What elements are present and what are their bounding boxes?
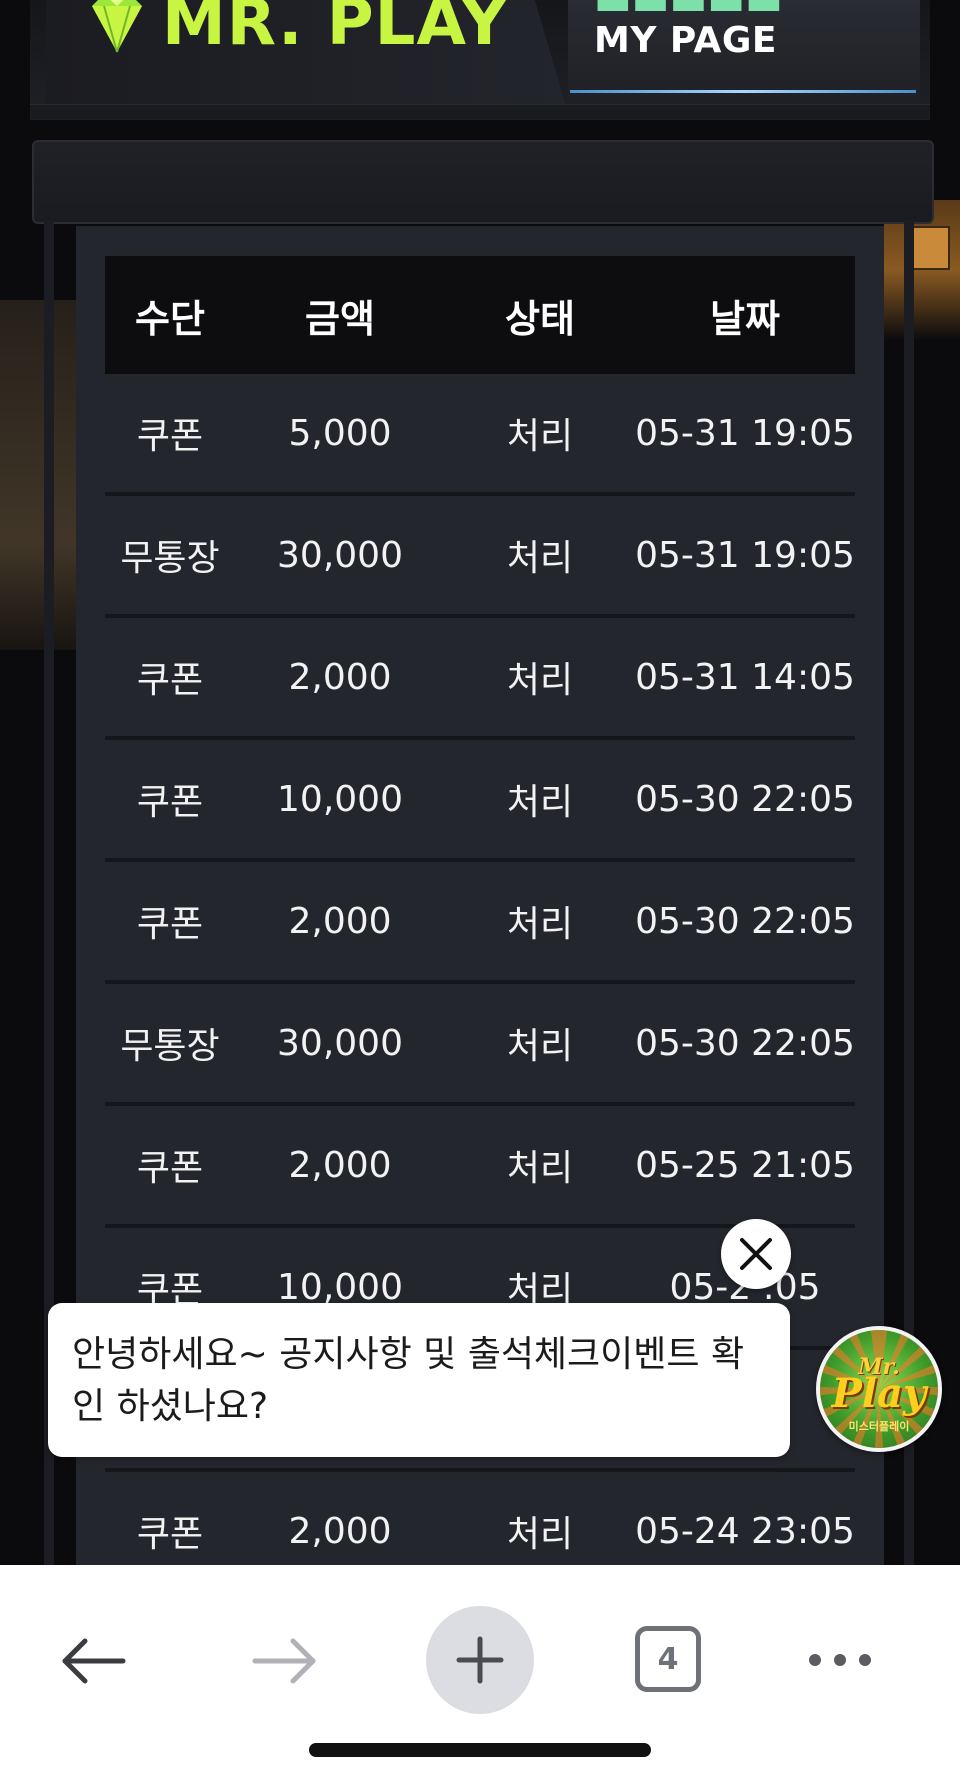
table-header: 수단 금액 상태 날짜 <box>105 256 855 374</box>
cell-method: 쿠폰 <box>136 904 204 945</box>
cell-date: 05-30 22:05 <box>635 900 855 942</box>
forward-button[interactable] <box>246 1623 322 1699</box>
site-logo[interactable]: MR. PLAY <box>162 0 508 60</box>
cell-date: 05-30 22:05 <box>635 778 855 820</box>
cell-amount: 2,000 <box>288 1144 392 1186</box>
chat-bubble[interactable]: 안녕하세요~ 공지사항 및 출석체크이벤트 확인 하셨나요? <box>48 1303 790 1457</box>
avatar-logo: Play <box>831 1370 927 1417</box>
background-figure <box>0 300 76 650</box>
cell-date: 05-25 21:05 <box>635 1144 855 1186</box>
cell-status: 처리 <box>506 1026 574 1067</box>
cell-date: 05-30 22:05 <box>635 1022 855 1064</box>
avatar-logo-sub: 미스터플레이 <box>848 1420 910 1433</box>
chat-avatar-button[interactable]: Mr. Play 미스터플레이 <box>816 1326 942 1452</box>
cell-method: 무통장 <box>120 1026 220 1067</box>
cell-amount: 2,000 <box>288 656 392 698</box>
cell-date: 05-24 23:05 <box>635 1510 855 1552</box>
more-button[interactable] <box>800 1635 880 1685</box>
plus-icon <box>456 1636 504 1684</box>
header-band <box>32 140 934 224</box>
back-arrow-icon <box>62 1638 126 1684</box>
cell-method: 쿠폰 <box>136 782 204 823</box>
table-row: 쿠폰 10,000 처리 05-30 22:05 <box>105 740 855 862</box>
cell-status: 처리 <box>506 416 574 457</box>
cell-status: 처리 <box>506 1148 574 1189</box>
cell-date: 05-31 19:05 <box>635 412 855 454</box>
close-icon <box>740 1238 772 1270</box>
cell-status: 처리 <box>506 538 574 579</box>
table-row: 무통장 30,000 처리 05-30 22:05 <box>105 984 855 1106</box>
cell-status: 처리 <box>506 904 574 945</box>
table-row: 쿠폰 5,000 처리 05-31 19:05 <box>105 374 855 496</box>
cell-status: 처리 <box>506 660 574 701</box>
column-header-method: 수단 <box>135 296 205 341</box>
gem-icon <box>92 0 142 53</box>
column-header-status: 상태 <box>505 296 575 341</box>
cell-amount: 30,000 <box>277 534 403 576</box>
cell-amount: 10,000 <box>277 1266 403 1308</box>
cell-method: 쿠폰 <box>136 660 204 701</box>
tab-count: 4 <box>657 1641 679 1677</box>
cell-method: 쿠폰 <box>136 1148 204 1189</box>
header-rail <box>30 104 930 119</box>
table-row: 쿠폰 2,000 처리 05-31 14:05 <box>105 618 855 740</box>
cell-amount: 30,000 <box>277 1022 403 1064</box>
cell-method: 무통장 <box>120 538 220 579</box>
table-row: 쿠폰 2,000 처리 05-25 21:05 <box>105 1106 855 1228</box>
chat-close-button[interactable] <box>721 1219 791 1289</box>
page-title: MY PAGE <box>594 20 778 61</box>
cell-amount: 10,000 <box>277 778 403 820</box>
chat-message: 안녕하세요~ 공지사항 및 출석체크이벤트 확인 하셨나요? <box>72 1334 745 1427</box>
home-indicator[interactable] <box>309 1743 651 1757</box>
back-button[interactable] <box>56 1623 132 1699</box>
table-row: 무통장 30,000 처리 05-31 19:05 <box>105 496 855 618</box>
cell-amount: 5,000 <box>288 412 392 454</box>
cell-amount: 2,000 <box>288 900 392 942</box>
column-header-amount: 금액 <box>305 296 375 341</box>
cell-status: 처리 <box>506 1514 574 1555</box>
cell-method: 쿠폰 <box>136 1514 204 1555</box>
cell-method: 쿠폰 <box>136 416 204 457</box>
cell-status: 처리 <box>506 782 574 823</box>
forward-arrow-icon <box>252 1638 316 1684</box>
table-row: 쿠폰 2,000 처리 05-30 22:05 <box>105 862 855 984</box>
more-icon <box>809 1654 871 1666</box>
cell-date: 05-31 19:05 <box>635 534 855 576</box>
browser-toolbar: 4 <box>0 1565 960 1783</box>
title-underline <box>570 90 916 93</box>
new-tab-button[interactable] <box>426 1606 534 1714</box>
cell-amount: 2,000 <box>288 1510 392 1552</box>
cell-date: 05-31 14:05 <box>635 656 855 698</box>
tabs-button[interactable]: 4 <box>635 1626 701 1692</box>
column-header-date: 날짜 <box>710 296 780 341</box>
